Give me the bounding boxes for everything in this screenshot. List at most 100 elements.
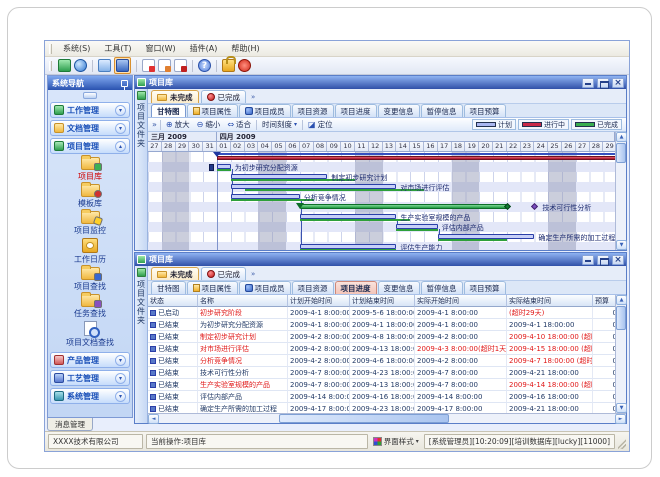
actual-progress-bar[interactable] [396,229,437,231]
summary-inprogress-bar[interactable] [217,156,615,160]
tab-pause-info[interactable]: 暂停信息 [421,104,463,117]
tab-completed[interactable]: 已完成 [201,90,247,103]
doc-new-icon[interactable] [142,59,155,72]
scroll-up-button[interactable]: ▲ [616,295,627,305]
section-project-management[interactable]: 项目管理▴ [50,138,130,154]
column-header[interactable]: 预算 [593,295,615,307]
scroll-up-button[interactable]: ▲ [616,132,627,142]
actual-progress-bar[interactable] [300,219,410,221]
table-row[interactable]: 已结束生产实验室规模的产品2009-4-7 8:00:002009-4-13 1… [148,379,615,391]
menu-plugins[interactable]: 插件(A) [184,42,224,55]
pushpin-icon[interactable] [121,80,128,87]
gantt-vertical-scrollbar[interactable]: ▲▼ [615,132,626,250]
tab-project-resources[interactable]: 项目资源 [292,104,334,117]
menu-window[interactable]: 窗口(W) [139,42,181,55]
tab-project-progress[interactable]: 项目进度 [335,104,377,117]
table-row[interactable]: 已结束制定初步研究计划2009-4-2 8:00:002009-4-8 18:0… [148,331,615,343]
side-panel-tab-project-folder[interactable]: 项目文件夹 [135,89,148,250]
scroll-thumb[interactable] [616,143,626,163]
column-header[interactable]: 实际开始时间 [415,295,507,307]
column-header[interactable]: 计划结束时间 [350,295,415,307]
table-row[interactable]: 已结束对市场进行评估2009-4-2 8:00:002009-4-13 18:0… [148,343,615,355]
section-product-management[interactable]: 产品管理▾ [50,352,130,368]
tab-project-properties[interactable]: 项目属性 [187,281,238,294]
help-circle-icon[interactable] [198,59,211,72]
scroll-track[interactable] [616,142,626,240]
chevron-down-icon[interactable]: ▾ [115,355,126,366]
tab-overflow-button[interactable]: » [248,93,258,101]
close-button[interactable] [612,78,624,88]
scroll-down-button[interactable]: ▼ [616,403,627,413]
scroll-thumb[interactable] [616,306,626,330]
chevron-down-icon[interactable]: ▾ [115,105,126,116]
minimize-button[interactable] [582,78,594,88]
actual-progress-bar[interactable] [231,199,314,201]
resize-grip[interactable] [618,435,626,449]
item-project-library[interactable]: 项目库 [78,157,102,182]
tab-change-info[interactable]: 变更信息 [378,281,420,294]
tab-project-properties[interactable]: 项目属性 [187,104,238,117]
tab-gantt[interactable]: 甘特图 [151,104,186,117]
chevron-down-icon[interactable]: ▾ [115,391,126,402]
item-project-doc-search[interactable]: 项目文档查找 [66,321,114,348]
window-title-bar[interactable]: 项目库 [135,76,626,89]
column-header[interactable]: 状态 [148,295,198,307]
menu-help[interactable]: 帮助(H) [225,42,265,55]
tab-project-budget[interactable]: 项目预算 [464,281,506,294]
open-folder-icon[interactable] [98,59,111,72]
scroll-down-button[interactable]: ▼ [616,240,627,250]
actual-progress-bar[interactable] [245,189,424,191]
tab-overflow-button[interactable]: » [248,270,258,278]
zoom-out-button[interactable]: ⊖缩小 [195,119,223,130]
table-horizontal-scrollbar[interactable]: ◄► [148,413,626,423]
table-vertical-scrollbar[interactable]: ▲▼ [615,295,626,413]
actual-progress-bar[interactable] [438,239,507,241]
table-row[interactable]: 已结束技术可行性分析2009-4-7 8:00:002009-4-23 18:0… [148,367,615,379]
item-template-library[interactable]: 模板库 [78,184,102,209]
completed-bar[interactable] [300,204,507,209]
table-row[interactable]: 已结束分析竞争情况2009-4-2 8:00:002009-4-6 18:00:… [148,355,615,367]
doc-check-icon[interactable] [158,59,171,72]
lock-icon[interactable] [222,59,235,72]
maximize-button[interactable] [597,255,609,265]
tab-unfinished[interactable]: 未完成 [151,90,199,103]
interface-style-button[interactable]: 界面样式 ▾ [371,436,421,447]
tab-project-resources[interactable]: 项目资源 [292,281,334,294]
column-header[interactable]: 计划开始时间 [288,295,350,307]
tab-gantt[interactable]: 甘特图 [151,281,186,294]
sidebar-collapse-button[interactable] [83,92,97,99]
scroll-thumb[interactable] [279,414,449,423]
actual-progress-bar[interactable] [300,249,397,250]
column-header[interactable]: 实际结束时间 [507,295,593,307]
summary-plan-bar[interactable] [217,153,615,155]
chevron-up-icon[interactable]: ▴ [115,141,126,152]
toolbar-overflow-icon[interactable]: » [152,120,157,129]
section-document-management[interactable]: 文档管理▾ [50,120,130,136]
scroll-track[interactable] [616,305,626,403]
side-panel-tab-project-folder[interactable]: 项目文件夹 [135,266,148,423]
item-project-search[interactable]: 项目查找 [74,267,106,292]
internet-globe-icon[interactable] [74,59,87,72]
zoom-in-button[interactable]: ⊕放大 [164,119,192,130]
table-row[interactable]: 已结束评估内部产品2009-4-14 8:00:002009-4-16 18:0… [148,391,615,403]
item-project-monitor[interactable]: 项目监控 [74,211,106,236]
sidebar-header[interactable]: 系统导航 [48,76,132,90]
tab-message-management[interactable]: 消息管理 [47,418,93,431]
window-title-bar[interactable]: 项目库 [135,253,626,266]
tab-pause-info[interactable]: 暂停信息 [421,281,463,294]
table-row[interactable]: 已结束为初步研究分配资源2009-4-1 8:00:002009-4-1 18:… [148,319,615,331]
locate-button[interactable]: ◪定位 [306,119,335,130]
timescale-button[interactable]: 时间刻度▾ [260,119,299,130]
system-monitor-icon[interactable] [58,59,71,72]
scroll-right-button[interactable]: ► [615,414,626,424]
fit-button[interactable]: ⇔适合 [225,119,253,130]
chevron-down-icon[interactable]: ▾ [115,123,126,134]
column-header[interactable]: 名称 [198,295,288,307]
item-task-search[interactable]: 任务查找 [74,294,106,319]
menu-system[interactable]: 系统(S) [57,42,96,55]
item-work-calendar[interactable]: 工作日历 [74,238,106,265]
scroll-track[interactable] [159,414,615,423]
section-work-management[interactable]: 工作管理▾ [50,102,130,118]
table-row[interactable]: 已结束确定生产所需的加工过程2009-4-17 8:00:002009-4-23… [148,403,615,413]
minimize-button[interactable] [582,255,594,265]
